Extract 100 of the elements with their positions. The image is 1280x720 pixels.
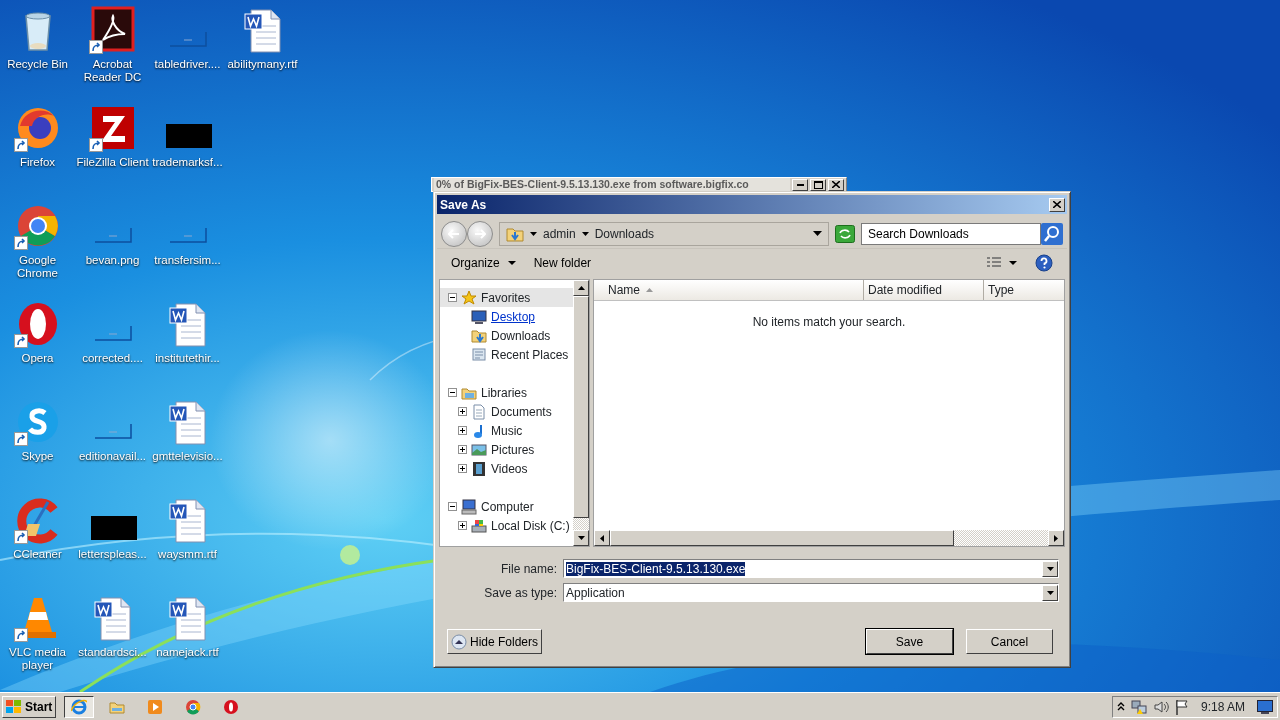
file-thumbnail-icon [168,31,207,47]
file-name-field[interactable]: BigFix-BES-Client-9.5.13.130.exe [563,559,1059,578]
show-desktop-icon[interactable] [1257,699,1273,714]
column-header[interactable]: Name [594,280,864,300]
tree-item[interactable]: Documents [491,402,552,421]
desktop-icon-label[interactable]: bevan.png [75,254,150,267]
expand-icon[interactable] [458,407,467,416]
windows-logo-icon [6,699,22,714]
desktop-icon-label[interactable]: Firefox [0,156,75,169]
down-arrow-icon [577,536,585,540]
thumbnail-icon [90,516,137,540]
dropdown-caret-icon [813,231,822,236]
volume-icon[interactable] [1152,698,1169,715]
desktop-icon-label[interactable]: trademarksf... [150,156,225,169]
refresh-icon [835,224,855,243]
desktop-icon-label[interactable]: abilitymany.rtf [225,58,300,71]
file-type-dropdown[interactable]: Application [563,583,1059,602]
scroll-up-button[interactable] [573,280,589,296]
collapse-icon[interactable] [448,388,457,397]
tree-item[interactable]: Videos [491,459,528,478]
scroll-right-button[interactable] [1048,530,1064,546]
search-field[interactable]: Search Downloads [861,222,1041,245]
scroll-down-button[interactable] [573,530,589,546]
caret-icon [530,231,537,236]
taskbar-app-button[interactable] [64,695,95,718]
field-label: Save as type: [483,584,557,602]
right-arrow-icon [1054,534,1058,542]
collapse-up-icon [451,633,467,650]
thumbnail-icon [165,124,212,148]
desktop-icon-label[interactable]: Google Chrome [0,254,75,280]
dialog-button[interactable]: Cancel [966,629,1053,654]
back-arrow-icon [448,228,460,239]
document-icon [471,403,487,420]
tree-item[interactable]: Recent Places [491,345,569,364]
file-thumbnail-icon [93,423,132,439]
file-thumbnail-icon [93,227,132,243]
network-icon[interactable] [1130,698,1147,715]
desktop-icon-label[interactable]: FileZilla Client [75,156,150,169]
expand-icon[interactable] [458,426,467,435]
close-icon [1053,201,1061,208]
vertical-scrollbar[interactable] [573,280,589,546]
tree-item[interactable]: Music [491,421,523,440]
horizontal-scrollbar[interactable] [594,530,1064,546]
caret-icon [1009,261,1017,265]
breadcrumb-item[interactable]: Downloads [594,224,655,243]
downloads-folder-icon [471,327,487,344]
film-icon [471,460,487,477]
expand-icon[interactable] [458,521,467,530]
hide-folders-button[interactable]: Hide Folders [447,629,543,654]
show-hidden-icons-icon[interactable] [1116,702,1125,711]
collapse-icon[interactable] [448,293,457,302]
tree-item[interactable]: Local Disk (C:) [491,516,570,535]
caret-icon [1046,566,1054,571]
minimize-icon [796,183,804,186]
column-header[interactable]: Date modified [864,280,984,300]
collapse-icon[interactable] [448,502,457,511]
refresh-button[interactable] [835,224,855,243]
close-icon [832,181,840,188]
up-arrow-icon [577,286,585,290]
close-button[interactable] [828,178,844,191]
file-thumbnail-icon [168,227,207,243]
folder-icon [506,225,524,242]
caret-icon [581,231,589,236]
help-icon [1035,254,1053,272]
address-bar[interactable]: admin Downloads [499,221,829,246]
expand-icon[interactable] [458,464,467,473]
search-button[interactable] [1041,222,1063,245]
tree-item[interactable]: Computer [481,497,534,516]
start-button[interactable]: Start [2,695,57,718]
dialog-button[interactable]: Save [866,629,953,654]
recent-places-icon [471,346,487,363]
computer-icon [461,498,477,515]
tree-item[interactable]: Desktop [491,307,536,326]
tree-item[interactable]: Libraries [481,383,528,402]
new-folder-button[interactable]: New folder [527,252,598,274]
minimize-button[interactable] [792,178,808,191]
dropdown-button[interactable] [1042,584,1058,601]
desktop-icon-label[interactable]: tabledriver.... [150,58,225,71]
organize-button[interactable]: Organize [445,252,522,274]
desktop-icon-label[interactable]: Acrobat Reader DC [75,58,150,84]
breadcrumb-item[interactable]: admin [543,224,576,243]
tree-item[interactable]: Downloads [491,326,551,345]
tree-item[interactable]: Pictures [491,440,535,459]
column-header[interactable]: Type [984,280,1064,300]
forward-button[interactable] [467,220,493,247]
flag-icon[interactable] [1174,698,1189,715]
search-icon [1041,222,1063,245]
clock[interactable]: 9:18 AM [1200,697,1245,716]
back-button[interactable] [441,220,467,247]
scroll-left-button[interactable] [594,530,610,546]
caret-icon [507,261,516,265]
list-view-icon [987,257,1001,269]
expand-icon[interactable] [458,445,467,454]
maximize-button[interactable] [810,178,826,191]
browser-icon [71,698,88,715]
close-button[interactable] [1049,197,1065,212]
window-title: 0% of BigFix-BES-Client-9.5.13.130.exe from software.bigfix.co [434,178,790,191]
desktop-icon-label[interactable]: Recycle Bin [0,58,75,71]
dropdown-button[interactable] [1042,560,1058,577]
window-title: Save As [440,196,487,214]
